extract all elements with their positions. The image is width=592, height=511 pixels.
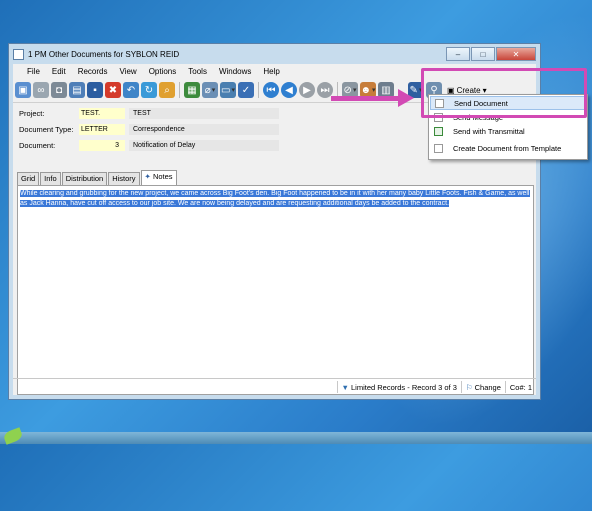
change-icon: ⚐ bbox=[465, 382, 473, 392]
document-label: Document: bbox=[19, 140, 56, 150]
leaf-decoration bbox=[2, 427, 24, 445]
tab-strip: Grid Info Distribution History ✦ Notes bbox=[17, 170, 177, 185]
notes-text: While clearing and grubbing for the new … bbox=[20, 190, 530, 207]
menu-create-from-template-label: Create Document from Template bbox=[453, 143, 562, 153]
status-bar: ▼ Limited Records - Record 3 of 3 ⚐ Chan… bbox=[13, 378, 536, 395]
save-icon[interactable]: ▪ bbox=[87, 82, 103, 98]
undo-icon[interactable]: ↶ bbox=[123, 82, 139, 98]
attachment-icon[interactable]: ⌀ bbox=[202, 82, 218, 98]
search-icon[interactable]: ⌕ bbox=[159, 82, 175, 98]
document-number-field[interactable]: 3 bbox=[79, 139, 125, 151]
title-bar[interactable]: 1 PM Other Documents for SYBLON REID – □… bbox=[9, 44, 540, 64]
menu-create-from-template[interactable]: Create Document from Template bbox=[430, 141, 586, 155]
tab-grid[interactable]: Grid bbox=[17, 172, 40, 185]
document-icon[interactable]: ▤ bbox=[69, 82, 85, 98]
annotation-arrow-head bbox=[398, 89, 414, 107]
spellcheck-icon[interactable]: ✓ bbox=[238, 82, 254, 98]
doctype-description: Correspondence bbox=[129, 123, 279, 135]
transmittal-icon bbox=[434, 126, 443, 136]
minimize-button[interactable]: – bbox=[446, 47, 470, 61]
new-record-icon[interactable]: ▣ bbox=[15, 82, 31, 98]
menu-send-with-transmittal[interactable]: Send with Transmittal bbox=[430, 124, 586, 138]
filter-icon: ▼ bbox=[341, 382, 349, 392]
annotation-arrow bbox=[331, 96, 401, 101]
window-title: 1 PM Other Documents for SYBLON REID bbox=[28, 49, 180, 59]
records-status-text: Limited Records - Record 3 of 3 bbox=[350, 382, 457, 392]
menu-options[interactable]: Options bbox=[143, 67, 183, 76]
app-icon bbox=[13, 48, 24, 60]
menu-tools[interactable]: Tools bbox=[182, 67, 213, 76]
doctype-label: Document Type: bbox=[19, 124, 74, 134]
pin-icon: ✦ bbox=[144, 172, 151, 181]
tab-notes-label: Notes bbox=[152, 172, 173, 181]
taskbar bbox=[0, 427, 592, 445]
menu-send-with-transmittal-label: Send with Transmittal bbox=[453, 126, 525, 136]
doctype-row: Document Type: LETTER Correspondence bbox=[19, 123, 279, 135]
menu-file[interactable]: File bbox=[21, 67, 46, 76]
project-description: TEST bbox=[129, 107, 279, 119]
tab-info[interactable]: Info bbox=[40, 172, 61, 185]
change-status-text: Change bbox=[474, 382, 501, 392]
close-button[interactable]: ✕ bbox=[496, 47, 536, 61]
menu-view[interactable]: View bbox=[113, 67, 142, 76]
doctype-field[interactable]: LETTER bbox=[79, 123, 125, 135]
project-row: Project: TEST. TEST bbox=[19, 107, 279, 119]
annotation-highlight-box bbox=[421, 68, 587, 118]
company-status: Co#: 1 bbox=[504, 381, 536, 393]
menu-help[interactable]: Help bbox=[257, 67, 285, 76]
database-icon[interactable]: ◘ bbox=[51, 82, 67, 98]
project-field[interactable]: TEST. bbox=[79, 107, 125, 119]
change-status: ⚐ Change bbox=[460, 381, 505, 393]
refresh-icon[interactable]: ↻ bbox=[141, 82, 157, 98]
first-record-icon[interactable]: ⏮ bbox=[263, 82, 279, 98]
menu-windows[interactable]: Windows bbox=[213, 67, 257, 76]
next-record-icon[interactable]: ▶ bbox=[299, 82, 315, 98]
notes-editor[interactable]: While clearing and grubbing for the new … bbox=[17, 185, 534, 395]
calculator-icon[interactable]: ▦ bbox=[184, 82, 200, 98]
tab-history[interactable]: History bbox=[108, 172, 140, 185]
template-icon bbox=[434, 143, 443, 153]
delete-icon[interactable]: ✖ bbox=[105, 82, 121, 98]
previous-record-icon[interactable]: ◀ bbox=[281, 82, 297, 98]
menu-edit[interactable]: Edit bbox=[46, 67, 72, 76]
document-description: Notification of Delay bbox=[129, 139, 279, 151]
project-label: Project: bbox=[19, 108, 45, 118]
document-row: Document: 3 Notification of Delay bbox=[19, 139, 279, 151]
scanner-icon[interactable]: ▭ bbox=[220, 82, 236, 98]
records-status: ▼ Limited Records - Record 3 of 3 bbox=[336, 381, 461, 393]
link-icon[interactable]: ∞ bbox=[33, 82, 49, 98]
maximize-button[interactable]: □ bbox=[471, 47, 495, 61]
tab-notes[interactable]: ✦ Notes bbox=[140, 170, 177, 185]
tab-distribution[interactable]: Distribution bbox=[61, 172, 108, 185]
menu-records[interactable]: Records bbox=[72, 67, 114, 76]
